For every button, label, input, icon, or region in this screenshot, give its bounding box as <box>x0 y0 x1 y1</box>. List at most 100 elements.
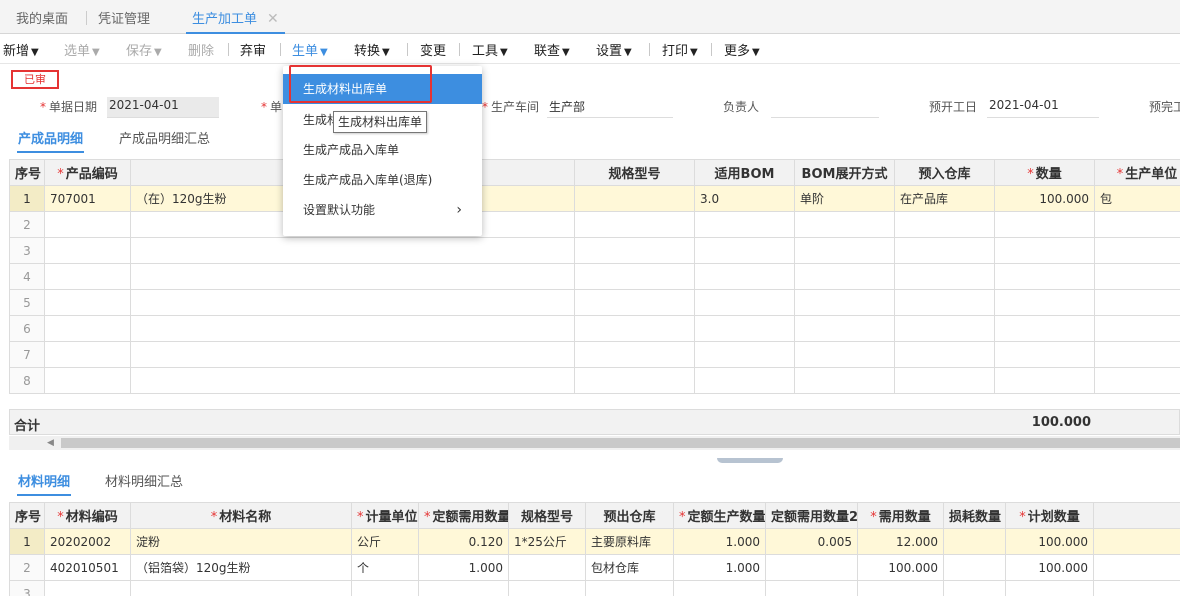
change-button[interactable]: 变更 <box>420 40 446 59</box>
menu-item-generate-product-inbound[interactable]: 生成产成品入库单 <box>283 135 482 165</box>
link-query-menu-button[interactable]: 联查 ▼ <box>534 40 570 59</box>
new-menu-button[interactable]: 新增 ▼ <box>3 40 39 59</box>
tab-production-order[interactable]: 生产加工单 ✕ <box>186 8 285 34</box>
save-menu-button[interactable]: 保存 ▼ <box>126 40 162 59</box>
bom-cell[interactable]: 3.0 <box>694 185 795 212</box>
warehouse-cell[interactable]: 在产品库 <box>894 185 995 212</box>
tools-menu-button[interactable]: 工具 ▼ <box>472 40 508 59</box>
print-menu-button[interactable]: 打印 ▼ <box>662 40 698 59</box>
tab-product-summary[interactable]: 产成品明细汇总 <box>119 128 210 147</box>
bom-expand-cell[interactable]: 单阶 <box>794 185 895 212</box>
table-row[interactable]: 7 <box>9 341 1180 368</box>
table-row[interactable]: 3 <box>9 580 1180 596</box>
menu-item-generate-product-inbound-return[interactable]: 生成产成品入库单(退库) <box>283 165 482 195</box>
col-bom[interactable]: 适用BOM <box>694 159 795 186</box>
select-order-label: 选单 <box>64 44 91 59</box>
col-out-warehouse[interactable]: 预出仓库 <box>585 502 674 529</box>
plan-start-field[interactable]: 2021-04-01 <box>987 97 1099 118</box>
col-current[interactable]: 现 <box>1093 502 1180 529</box>
table-row[interactable]: 3 <box>9 237 1180 264</box>
code-label: * 单 <box>261 98 282 115</box>
col-spec[interactable]: 规格型号 <box>508 502 586 529</box>
workshop-field[interactable]: 生产部 <box>547 97 673 118</box>
table-row[interactable]: 5 <box>9 289 1180 316</box>
col-quota-need-2[interactable]: 定额需用数量2 <box>765 502 858 529</box>
col-need[interactable]: * 需用数量 <box>857 502 944 529</box>
abandon-audit-button[interactable]: 弃审 <box>240 40 266 59</box>
delete-button[interactable]: 删除 <box>188 40 214 59</box>
code-label-text: 单 <box>270 100 283 114</box>
need-cell[interactable]: 100.000 <box>857 554 944 581</box>
panel-splitter-handle[interactable] <box>717 458 783 463</box>
quota-need-2-cell[interactable] <box>765 554 858 581</box>
table-row[interactable]: 4 <box>9 263 1180 290</box>
need-cell[interactable]: 12.000 <box>857 528 944 555</box>
table-row[interactable]: 8 <box>9 367 1180 394</box>
material-code-cell[interactable]: 20202002 <box>44 528 131 555</box>
col-quota-production[interactable]: * 定额生产数量 <box>673 502 766 529</box>
tab-my-desktop[interactable]: 我的桌面 <box>16 8 68 34</box>
plan-cell[interactable]: 100.000 <box>1005 554 1094 581</box>
col-plan[interactable]: * 计划数量 <box>1005 502 1094 529</box>
required-mark: * <box>1019 510 1026 525</box>
col-warehouse[interactable]: 预入仓库 <box>894 159 995 186</box>
quota-production-cell[interactable]: 1.000 <box>673 554 766 581</box>
settings-menu-button[interactable]: 设置 ▼ <box>596 40 632 59</box>
col-material-code[interactable]: * 材料编码 <box>44 502 131 529</box>
unit-cell[interactable]: 公斤 <box>351 528 419 555</box>
col-unit[interactable]: * 生产单位 <box>1094 159 1180 186</box>
more-menu-button[interactable]: 更多 ▼ <box>724 40 760 59</box>
unit-cell[interactable]: 包 <box>1094 185 1180 212</box>
tab-material-summary[interactable]: 材料明细汇总 <box>105 471 183 490</box>
date-field[interactable]: 2021-04-01 <box>107 97 219 118</box>
convert-menu-button[interactable]: 转换 ▼ <box>354 40 390 59</box>
close-tab-icon[interactable]: ✕ <box>267 11 279 27</box>
material-grid: 序号 * 材料编码 * 材料名称 * 计量单位 * 定额需用数量 规格型号 预出仓库 *… <box>9 502 1180 596</box>
warehouse-cell[interactable]: 包材仓库 <box>585 554 674 581</box>
chevron-right-icon: › <box>456 202 462 218</box>
quota-need-cell[interactable]: 0.120 <box>418 528 509 555</box>
table-row[interactable]: 6 <box>9 315 1180 342</box>
tab-product-detail[interactable]: 产成品明细 <box>17 128 85 153</box>
col-product-code[interactable]: * 产品编码 <box>44 159 131 186</box>
loss-cell[interactable] <box>943 554 1006 581</box>
material-code-cell[interactable]: 402010501 <box>44 554 131 581</box>
tab-voucher-management[interactable]: 凭证管理 <box>98 8 150 34</box>
col-material-name[interactable]: * 材料名称 <box>130 502 352 529</box>
table-row[interactable]: 1 20202002 淀粉 公斤 0.120 1*25公斤 主要原料库 1.00… <box>9 528 1180 555</box>
required-mark: * <box>40 100 46 114</box>
material-name-cell[interactable]: （铝箔袋）120g生粉 <box>130 554 352 581</box>
loss-cell[interactable] <box>943 528 1006 555</box>
col-bom-expand[interactable]: BOM展开方式 <box>794 159 895 186</box>
col-quota-need[interactable]: * 定额需用数量 <box>418 502 509 529</box>
quantity-cell[interactable]: 100.000 <box>994 185 1095 212</box>
scroll-left-icon[interactable]: ◀ <box>47 436 54 450</box>
product-code-cell[interactable]: 707001 <box>44 185 131 212</box>
table-row[interactable]: 1 707001 （在）120g生粉 3.0 单阶 在产品库 100.000 包 <box>9 185 1180 212</box>
owner-field[interactable] <box>771 97 879 118</box>
col-quantity[interactable]: * 数量 <box>994 159 1095 186</box>
horizontal-scrollbar[interactable]: ◀ <box>9 436 1180 450</box>
tab-material-detail[interactable]: 材料明细 <box>17 471 72 496</box>
select-order-menu-button[interactable]: 选单 ▼ <box>64 40 100 59</box>
owner-label: 负责人 <box>723 100 760 114</box>
product-total-row: 合计 100.000 <box>9 409 1180 435</box>
warehouse-cell[interactable]: 主要原料库 <box>585 528 674 555</box>
material-name-cell[interactable]: 淀粉 <box>130 528 352 555</box>
table-row[interactable]: 2 <box>9 211 1180 238</box>
quota-need-2-cell[interactable]: 0.005 <box>765 528 858 555</box>
col-spec[interactable]: 规格型号 <box>574 159 695 186</box>
spec-cell[interactable] <box>574 185 695 212</box>
quota-production-cell[interactable]: 1.000 <box>673 528 766 555</box>
spec-cell[interactable] <box>508 554 586 581</box>
menu-item-set-default-function[interactable]: 设置默认功能 › <box>283 195 482 225</box>
scrollbar-thumb[interactable] <box>61 438 1180 448</box>
col-loss[interactable]: 损耗数量 <box>943 502 1006 529</box>
table-row[interactable]: 2 402010501 （铝箔袋）120g生粉 个 1.000 包材仓库 1.0… <box>9 554 1180 581</box>
col-unit[interactable]: * 计量单位 <box>351 502 419 529</box>
generate-order-menu-button[interactable]: 生单 ▼ <box>292 40 328 59</box>
quota-need-cell[interactable]: 1.000 <box>418 554 509 581</box>
plan-cell[interactable]: 100.000 <box>1005 528 1094 555</box>
unit-cell[interactable]: 个 <box>351 554 419 581</box>
spec-cell[interactable]: 1*25公斤 <box>508 528 586 555</box>
